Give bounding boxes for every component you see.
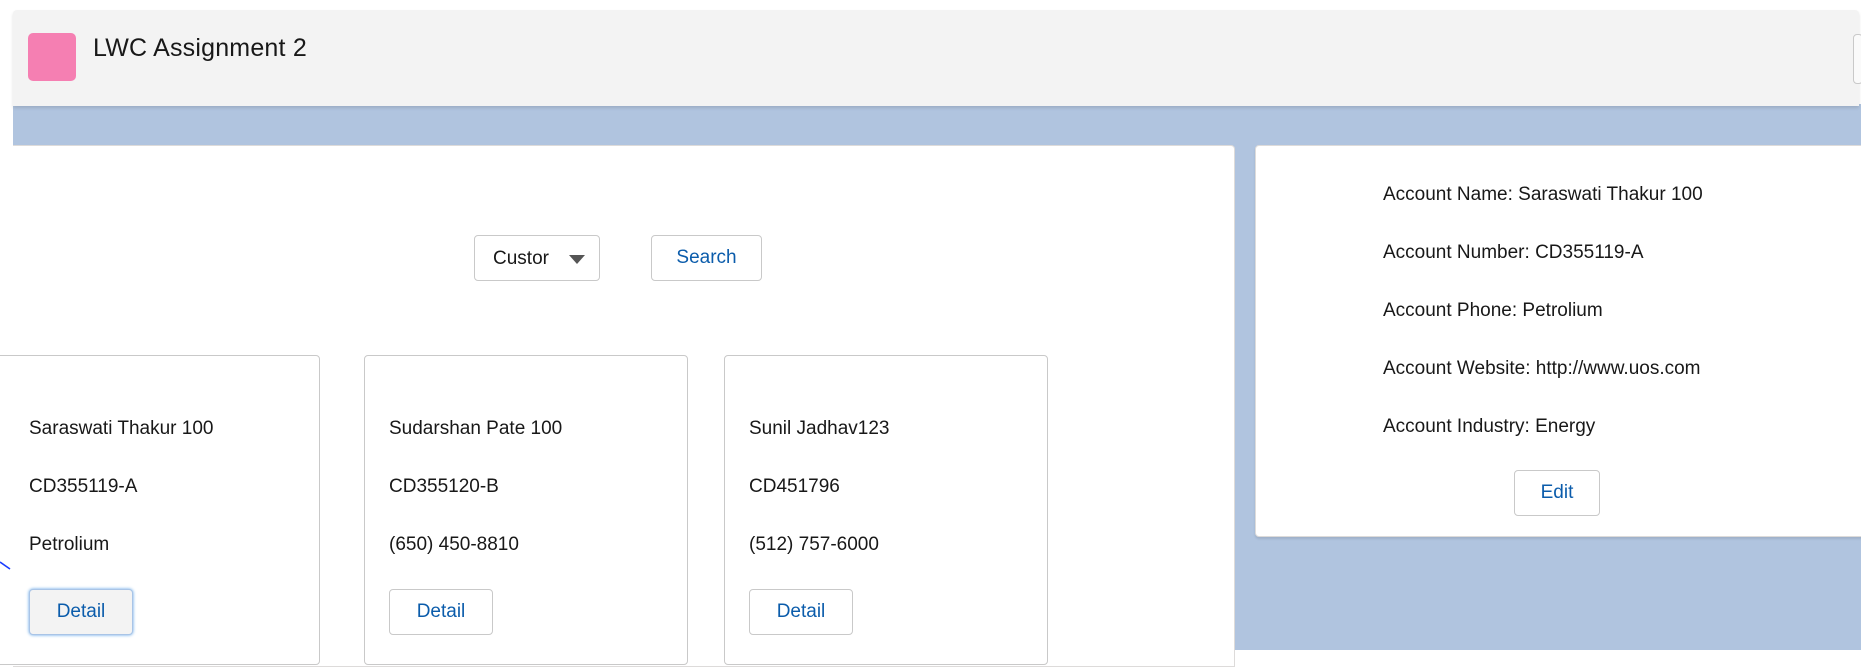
detail-account-name: Account Name: Saraswati Thakur 100 — [1383, 184, 1703, 205]
account-name: Sudarshan Pate 100 — [389, 418, 563, 439]
account-name: Saraswati Thakur 100 — [29, 418, 214, 439]
pointer-stroke-icon — [0, 561, 11, 570]
detail-account-industry: Account Industry: Energy — [1383, 416, 1596, 437]
app-icon — [28, 33, 76, 81]
header-edge-control[interactable] — [1853, 34, 1861, 84]
search-field-picklist[interactable]: Custor — [474, 235, 600, 281]
detail-account-number: Account Number: CD355119-A — [1383, 242, 1644, 263]
edit-button[interactable]: Edit — [1514, 470, 1600, 516]
app-header: LWC Assignment 2 — [13, 10, 1861, 106]
detail-button[interactable]: Detail — [29, 589, 133, 635]
account-name: Sunil Jadhav123 — [749, 418, 890, 439]
detail-account-website: Account Website: http://www.uos.com — [1383, 358, 1701, 379]
account-number: CD451796 — [749, 476, 840, 497]
detail-account-phone: Account Phone: Petrolium — [1383, 300, 1603, 321]
detail-button[interactable]: Detail — [749, 589, 853, 635]
account-phone: (650) 450-8810 — [389, 534, 519, 555]
account-phone: (512) 757-6000 — [749, 534, 879, 555]
chevron-down-icon — [569, 255, 585, 264]
account-number: CD355120-B — [389, 476, 499, 497]
account-number: CD355119-A — [29, 476, 138, 497]
picklist-value: Custor — [493, 248, 549, 269]
app-title: LWC Assignment 2 — [93, 34, 307, 62]
search-button[interactable]: Search — [651, 235, 762, 281]
detail-button[interactable]: Detail — [389, 589, 493, 635]
account-phone: Petrolium — [29, 534, 110, 555]
